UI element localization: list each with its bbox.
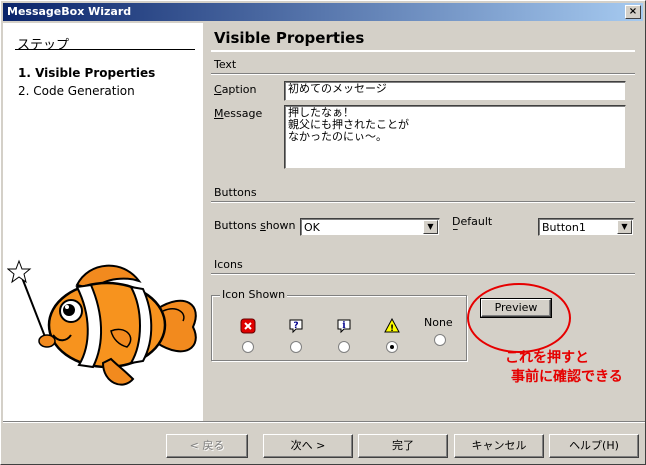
text-section-divider bbox=[211, 73, 635, 75]
buttons-shown-select[interactable]: OK ▼ bbox=[300, 218, 440, 236]
cancel-button[interactable]: キャンセル bbox=[454, 434, 544, 458]
svg-text:?: ? bbox=[293, 321, 298, 331]
step-code-generation[interactable]: 2. Code Generation bbox=[18, 84, 135, 98]
caption-label: Caption bbox=[214, 83, 257, 96]
annotation-line-2: 事前に確認できる bbox=[511, 369, 623, 385]
annotation-line-1: これを押すと bbox=[505, 350, 589, 366]
chevron-down-icon[interactable]: ▼ bbox=[423, 220, 438, 234]
title-bar[interactable]: MessageBox Wizard × bbox=[3, 3, 643, 21]
icons-section-divider bbox=[211, 273, 635, 275]
step-visible-properties[interactable]: 1. Visible Properties bbox=[18, 66, 155, 80]
info-icon: i bbox=[337, 319, 351, 334]
icon-option-none: None bbox=[424, 316, 453, 346]
title-divider bbox=[211, 50, 635, 52]
steps-heading: ステップ bbox=[17, 38, 70, 53]
default-button-label: Default B... bbox=[452, 216, 493, 230]
default-button-value: Button1 bbox=[542, 221, 586, 234]
chevron-down-icon[interactable]: ▼ bbox=[617, 220, 632, 234]
info-icon-radio[interactable] bbox=[338, 341, 350, 353]
back-button[interactable]: < 戻る bbox=[166, 434, 248, 458]
window-title: MessageBox Wizard bbox=[7, 5, 132, 18]
help-button[interactable]: ヘルプ(H) bbox=[549, 434, 639, 458]
message-field[interactable]: 押したなぁ！ 親父にも押されたことが なかったのにぃ〜。 bbox=[284, 105, 626, 169]
text-section-label: Text bbox=[214, 58, 237, 71]
question-icon-radio[interactable] bbox=[290, 341, 302, 353]
clownfish-wizard-mascot-icon bbox=[7, 259, 197, 386]
finish-button[interactable]: 完了 bbox=[358, 434, 448, 458]
icons-section-label: Icons bbox=[214, 258, 243, 271]
icon-shown-group: Icon Shown ? i ! None bbox=[211, 288, 467, 361]
steps-pane: ステップ 1. Visible Properties 2. Code Gener… bbox=[3, 23, 203, 421]
icon-option-warning: ! bbox=[382, 317, 402, 353]
error-icon bbox=[240, 318, 256, 334]
buttons-section-label: Buttons bbox=[214, 186, 257, 199]
page-title: Visible Properties bbox=[214, 29, 365, 47]
svg-text:!: ! bbox=[390, 324, 394, 334]
warning-icon: ! bbox=[384, 317, 400, 334]
icon-option-error bbox=[238, 318, 258, 353]
message-label: Message bbox=[214, 107, 263, 120]
warning-icon-radio[interactable] bbox=[386, 341, 398, 353]
none-radio[interactable] bbox=[434, 334, 446, 346]
error-icon-radio[interactable] bbox=[242, 341, 254, 353]
icon-option-info: i bbox=[334, 318, 354, 353]
next-button[interactable]: 次へ > bbox=[263, 434, 353, 458]
question-icon: ? bbox=[289, 319, 303, 334]
icon-option-question: ? bbox=[286, 318, 306, 353]
svg-text:i: i bbox=[342, 321, 346, 331]
wizard-window: MessageBox Wizard × ステップ 1. Visible Prop… bbox=[0, 0, 646, 465]
buttons-section-divider bbox=[211, 201, 635, 203]
close-button[interactable]: × bbox=[625, 5, 641, 19]
caption-field[interactable]: 初めてのメッセージ bbox=[284, 81, 626, 101]
default-button-select[interactable]: Button1 ▼ bbox=[538, 218, 634, 236]
steps-divider bbox=[15, 49, 195, 50]
footer-divider bbox=[3, 421, 645, 423]
none-label: None bbox=[424, 316, 453, 329]
icon-shown-legend: Icon Shown bbox=[220, 288, 288, 301]
buttons-shown-value: OK bbox=[304, 221, 320, 234]
annotation-circle bbox=[467, 283, 571, 353]
buttons-shown-label: Buttons shown bbox=[214, 219, 296, 232]
